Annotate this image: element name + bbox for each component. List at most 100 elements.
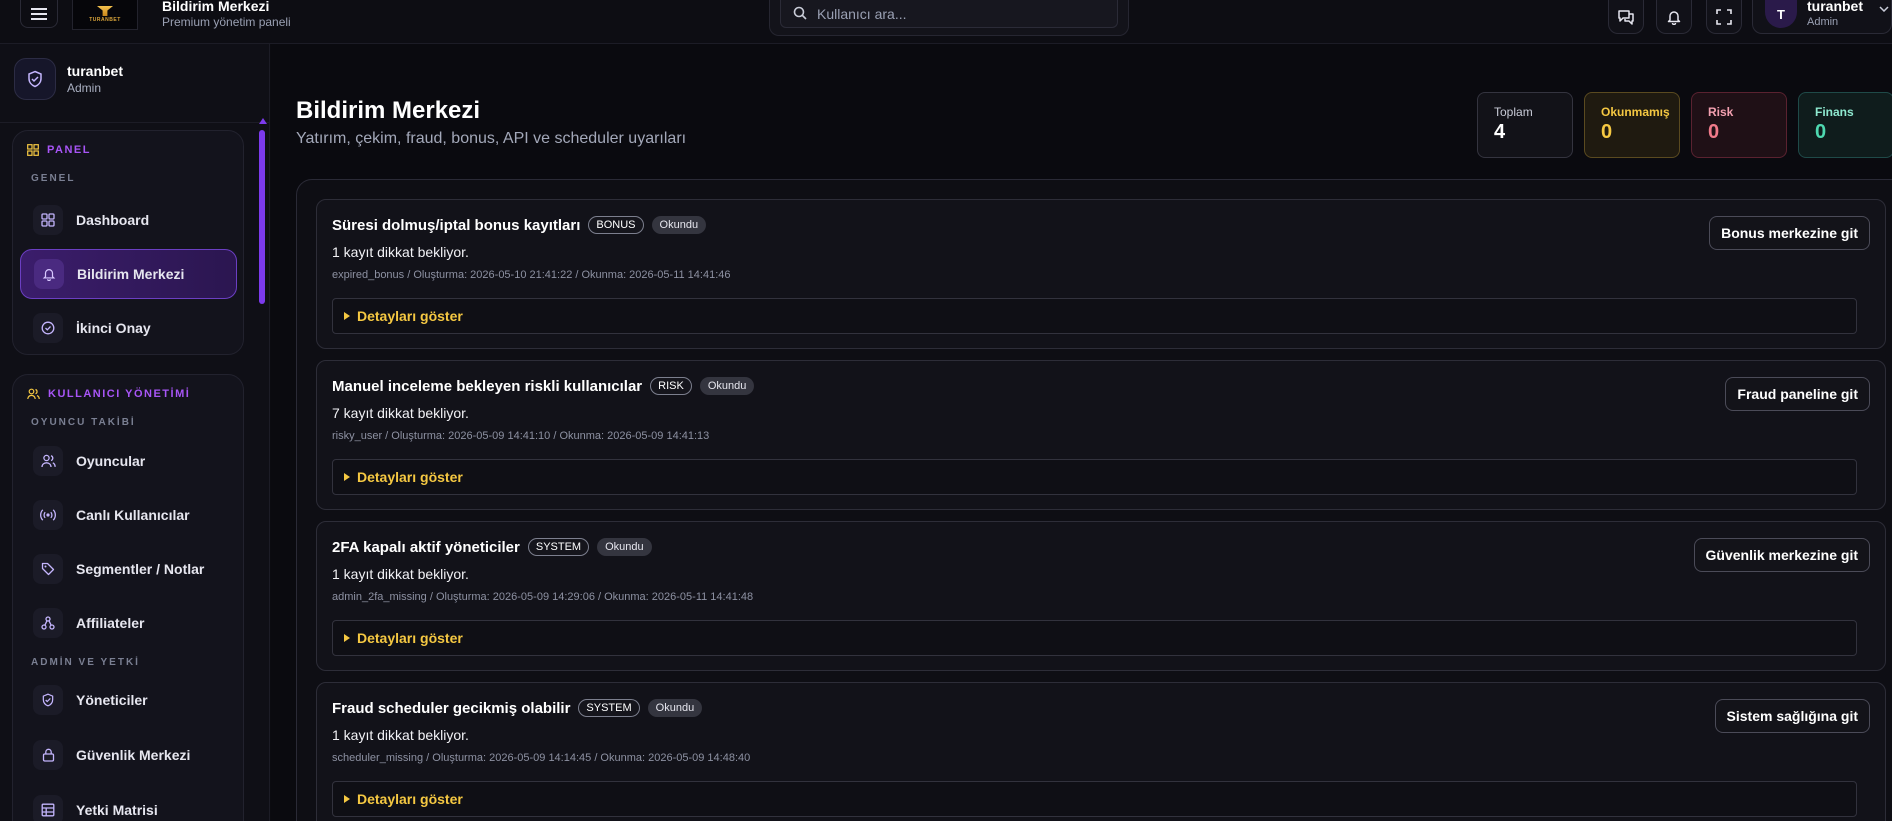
details-toggle[interactable]: Detayları göster [332, 781, 1857, 817]
sidebar-item-label: Dashboard [76, 212, 150, 228]
notification-card: Fraud scheduler gecikmiş olabilir SYSTEM… [316, 682, 1886, 821]
sidebar-item-label: Yöneticiler [76, 692, 148, 708]
action-button[interactable]: Bonus merkezine git [1709, 216, 1870, 250]
details-label: Detayları göster [357, 630, 463, 646]
nav-icon-box [33, 313, 63, 343]
sidebar-item-dashboard[interactable]: Dashboard [20, 195, 237, 245]
search-icon [793, 6, 807, 20]
card-header: Manuel inceleme bekleyen riskli kullanıc… [332, 377, 755, 395]
group-header: PANEL [27, 144, 91, 156]
broadcast-icon [40, 509, 56, 521]
stat-risk: Risk 0 [1691, 92, 1787, 158]
brand-title: Bildirim Merkezi [162, 0, 270, 14]
top-bar: TURANBET Bildirim Merkezi Premium yöneti… [0, 0, 1892, 44]
grid-icon [27, 144, 39, 156]
card-header: Süresi dolmuş/iptal bonus kayıtları BONU… [332, 216, 707, 234]
action-button[interactable]: Sistem sağlığına git [1714, 699, 1870, 733]
stat-label: Finans [1815, 105, 1854, 119]
nav-icon-box [33, 554, 63, 584]
stat-value: 0 [1815, 121, 1827, 143]
triangle-right-icon [344, 473, 350, 481]
sidebar-item-ikinci-onay[interactable]: İkinci Onay [20, 303, 237, 353]
notification-title: Süresi dolmuş/iptal bonus kayıtları [332, 216, 581, 234]
details-label: Detayları göster [357, 791, 463, 807]
nav-icon-box [33, 685, 63, 715]
page-title: Bildirim Merkezi [296, 97, 481, 124]
menu-toggle-button[interactable] [20, 0, 58, 28]
stat-label: Okunmamış [1601, 105, 1670, 119]
users-icon [40, 454, 56, 468]
nav-group-panel: PANEL GENEL Dashboard Bildirim Merkezi İ… [12, 130, 244, 355]
sidebar-item-label: İkinci Onay [76, 320, 151, 336]
stat-unread: Okunmamış 0 [1584, 92, 1680, 158]
notification-count: 1 kayıt dikkat bekliyor. [332, 727, 469, 743]
notification-meta: risky_user / Oluşturma: 2026-05-09 14:41… [332, 430, 710, 442]
stat-total: Toplam 4 [1477, 92, 1573, 158]
sidebar-item-segmentler-notlar[interactable]: Segmentler / Notlar [20, 544, 237, 594]
notification-card: Süresi dolmuş/iptal bonus kayıtları BONU… [316, 199, 1886, 349]
notification-title: Fraud scheduler gecikmiş olabilir [332, 699, 571, 717]
search-bar [769, 0, 1129, 36]
scroll-up-icon[interactable] [259, 118, 267, 124]
sidebar-item-yetki-matrisi[interactable]: Yetki Matrisi [20, 785, 237, 821]
status-badge: Okundu [651, 216, 707, 234]
group-header: KULLANICI YÖNETİMİ [27, 388, 190, 400]
chat-icon [1618, 9, 1634, 25]
sidebar: turanbet Admin PANEL GENEL Dashboard Bil… [0, 44, 270, 821]
sidebar-item-label: Güvenlik Merkezi [76, 747, 191, 763]
sidebar-item-canli-kullanicilar[interactable]: Canlı Kullanıcılar [20, 490, 237, 540]
nav-icon-box [33, 795, 63, 821]
search-input[interactable] [817, 4, 1117, 24]
notifications-button[interactable] [1656, 0, 1692, 34]
profile-name: turanbet [67, 63, 123, 79]
logo-text: TURANBET [89, 17, 121, 23]
chevron-down-icon [1879, 6, 1889, 12]
action-button[interactable]: Fraud paneline git [1725, 377, 1870, 411]
stat-value: 0 [1601, 121, 1613, 143]
network-icon [41, 616, 55, 630]
group-title: KULLANICI YÖNETİMİ [48, 388, 191, 400]
card-header: 2FA kapalı aktif yöneticiler SYSTEM Okun… [332, 538, 652, 556]
action-button[interactable]: Güvenlik merkezine git [1693, 538, 1870, 572]
notification-card: 2FA kapalı aktif yöneticiler SYSTEM Okun… [316, 521, 1886, 671]
sidebar-item-guvenlik-merkezi[interactable]: Güvenlik Merkezi [20, 730, 237, 780]
notification-count: 1 kayıt dikkat bekliyor. [332, 244, 469, 260]
user-role: Admin [1807, 16, 1839, 28]
status-badge: Okundu [647, 699, 703, 717]
logo-mark-icon [97, 6, 113, 16]
fullscreen-button[interactable] [1706, 0, 1742, 34]
messages-button[interactable] [1608, 0, 1644, 34]
sidebar-item-bildirim-merkezi[interactable]: Bildirim Merkezi [20, 249, 237, 299]
notification-meta: admin_2fa_missing / Oluşturma: 2026-05-0… [332, 591, 754, 603]
sidebar-item-yoneticiler[interactable]: Yöneticiler [20, 675, 237, 725]
sidebar-item-oyuncular[interactable]: Oyuncular [20, 436, 237, 486]
stat-value: 0 [1708, 121, 1720, 143]
stat-label: Toplam [1494, 105, 1533, 119]
stat-label: Risk [1708, 105, 1734, 119]
notification-title: 2FA kapalı aktif yöneticiler [332, 538, 520, 556]
sidebar-profile[interactable]: turanbet Admin [14, 58, 257, 106]
user-menu[interactable]: T turanbet Admin [1752, 0, 1892, 34]
sidebar-scrollbar[interactable] [259, 130, 265, 304]
details-toggle[interactable]: Detayları göster [332, 620, 1857, 656]
group-title: PANEL [47, 144, 91, 156]
details-toggle[interactable]: Detayları göster [332, 298, 1857, 334]
stat-value: 4 [1494, 121, 1506, 143]
nav-group-user-management: KULLANICI YÖNETİMİ OYUNCU TAKİBİ Oyuncul… [12, 374, 244, 821]
sidebar-item-affiliateler[interactable]: Affiliateler [20, 598, 237, 648]
sidebar-item-label: Oyuncular [76, 453, 146, 469]
status-badge: Okundu [699, 377, 755, 395]
triangle-right-icon [344, 634, 350, 642]
bell-icon [1667, 10, 1681, 25]
status-badge: Okundu [597, 538, 652, 556]
brand-logo[interactable]: TURANBET [72, 0, 138, 30]
notification-card: Manuel inceleme bekleyen riskli kullanıc… [316, 360, 1886, 510]
check-circle-icon [41, 321, 55, 335]
stat-finance: Finans 0 [1798, 92, 1892, 158]
sidebar-item-label: Segmentler / Notlar [76, 561, 205, 577]
category-tag: BONUS [588, 216, 644, 234]
details-toggle[interactable]: Detayları göster [332, 459, 1857, 495]
triangle-right-icon [344, 312, 350, 320]
table-icon [41, 803, 55, 817]
grid-icon [41, 213, 55, 227]
